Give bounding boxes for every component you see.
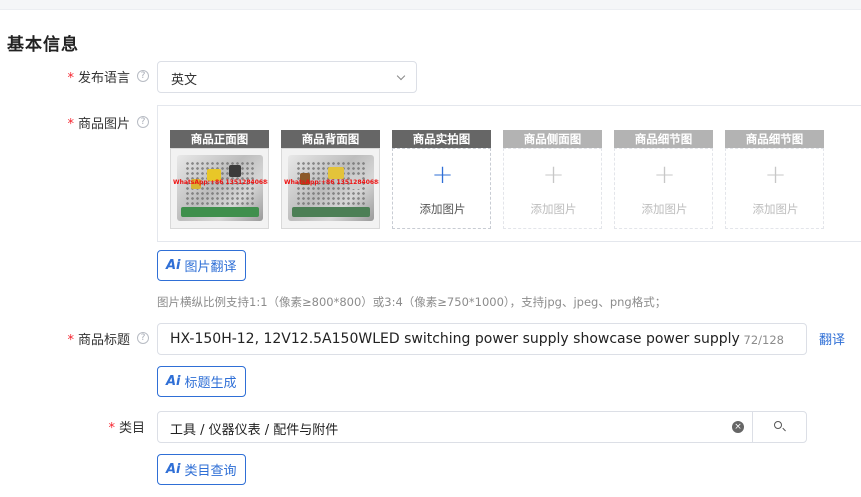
image-slot-back[interactable]: 商品背面图 WhatsApp:+86 13512840688 xyxy=(281,130,380,229)
add-image-text: 添加图片 xyxy=(530,202,577,216)
product-image[interactable]: WhatsApp:+86 13512840688 xyxy=(281,148,380,229)
image-slot-side[interactable]: 商品侧面图 + 添加图片 xyxy=(503,130,602,229)
language-value: 英文 xyxy=(171,73,198,88)
language-select[interactable]: 英文 xyxy=(157,61,417,93)
category-query-button[interactable]: Ai 类目查询 xyxy=(157,454,246,485)
slot-title: 商品背面图 xyxy=(281,130,380,148)
char-count: 72/128 xyxy=(743,333,784,347)
top-bar xyxy=(0,0,861,10)
help-icon[interactable]: ? xyxy=(137,116,149,128)
button-label: 标题生成 xyxy=(184,376,237,391)
watermark: WhatsApp:+86 13512840688 xyxy=(284,179,380,186)
power-supply-image xyxy=(177,155,263,221)
slot-title: 商品细节图 xyxy=(725,130,824,148)
add-image-area[interactable]: + 添加图片 xyxy=(503,148,602,229)
ai-icon: Ai xyxy=(166,462,181,477)
ai-icon: Ai xyxy=(166,258,181,273)
watermark: WhatsApp:+86 13512840688 xyxy=(173,179,269,186)
plus-icon: + xyxy=(542,160,565,190)
category-input[interactable]: 工具 / 仪器仪表 / 配件与附件 × xyxy=(157,411,807,443)
add-image-area[interactable]: + 添加图片 xyxy=(614,148,713,229)
help-icon[interactable]: ? xyxy=(137,70,149,82)
slot-title: 商品正面图 xyxy=(170,130,269,148)
clear-icon[interactable]: × xyxy=(732,421,744,433)
button-label: 类目查询 xyxy=(184,464,237,479)
add-image-text: 添加图片 xyxy=(419,202,466,216)
translate-link[interactable]: 翻译 xyxy=(819,329,845,348)
image-slot-detail-2[interactable]: 商品细节图 + 添加图片 xyxy=(725,130,824,229)
title-generate-button[interactable]: Ai 标题生成 xyxy=(157,366,246,397)
category-search-button[interactable] xyxy=(752,412,806,442)
add-image-text: 添加图片 xyxy=(641,202,688,216)
plus-icon: + xyxy=(653,160,676,190)
slot-title: 商品实拍图 xyxy=(392,130,491,148)
images-label: * 商品图片 xyxy=(67,117,130,132)
product-image[interactable]: WhatsApp:+86 13512840688 xyxy=(170,148,269,229)
chevron-down-icon xyxy=(396,71,406,81)
image-format-hint: 图片横纵比例支持1:1（像素≥800*800）或3:4（像素≥750*1000）… xyxy=(157,295,667,309)
section-title: 基本信息 xyxy=(7,35,79,55)
plus-icon: + xyxy=(764,160,787,190)
image-translate-button[interactable]: Ai 图片翻译 xyxy=(157,250,246,281)
add-image-area[interactable]: + 添加图片 xyxy=(392,148,491,229)
help-icon[interactable]: ? xyxy=(137,332,149,344)
search-icon xyxy=(774,421,782,429)
power-supply-image xyxy=(288,155,374,221)
product-title-input[interactable]: HX-150H-12, 12V12.5A150WLED switching po… xyxy=(157,323,807,355)
ai-icon: Ai xyxy=(166,374,181,389)
image-slot-detail-1[interactable]: 商品细节图 + 添加图片 xyxy=(614,130,713,229)
title-label: * 商品标题 xyxy=(67,333,130,348)
add-image-text: 添加图片 xyxy=(752,202,799,216)
image-slot-real[interactable]: 商品实拍图 + 添加图片 xyxy=(392,130,491,229)
slot-title: 商品侧面图 xyxy=(503,130,602,148)
plus-icon: + xyxy=(431,160,454,190)
category-label: * 类目 xyxy=(108,421,145,436)
required-mark: * xyxy=(67,117,74,132)
language-label: * 发布语言 xyxy=(67,71,130,86)
image-slot-front[interactable]: 商品正面图 WhatsApp:+86 13512840688 xyxy=(170,130,269,229)
required-mark: * xyxy=(67,71,74,86)
product-title-value: HX-150H-12, 12V12.5A150WLED switching po… xyxy=(170,331,740,347)
category-value: 工具 / 仪器仪表 / 配件与附件 xyxy=(170,423,339,438)
slot-title: 商品细节图 xyxy=(614,130,713,148)
add-image-area[interactable]: + 添加图片 xyxy=(725,148,824,229)
required-mark: * xyxy=(108,421,115,436)
required-mark: * xyxy=(67,333,74,348)
button-label: 图片翻译 xyxy=(184,260,237,275)
